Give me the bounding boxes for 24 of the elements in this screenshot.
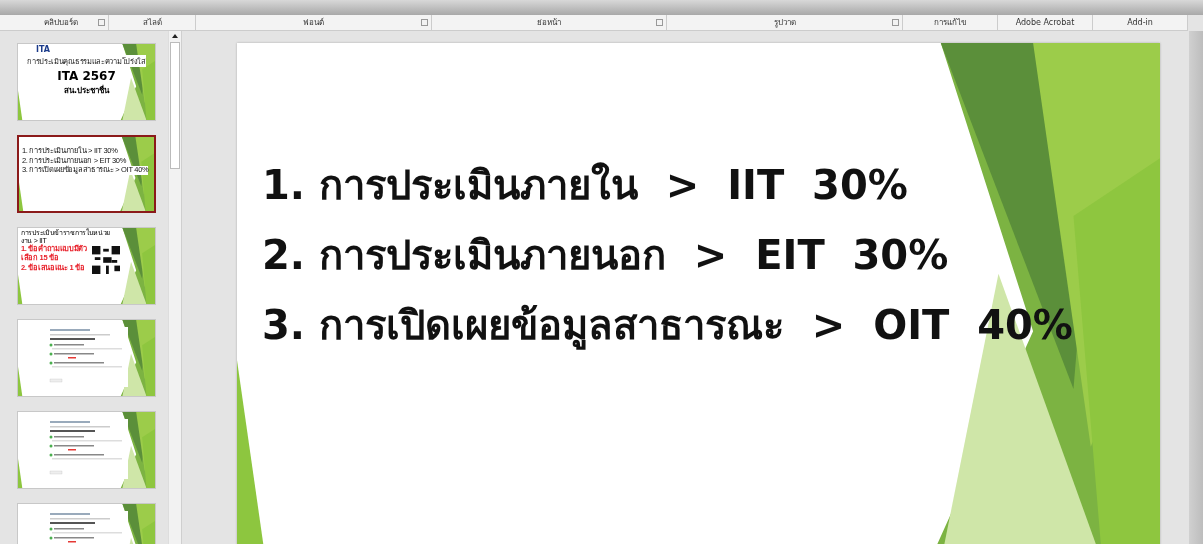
ribbon-group-label: คลิปบอร์ด — [44, 17, 78, 29]
ribbon-group-label: ย่อหน้า — [537, 17, 561, 29]
ribbon-group-label: การแก้ไข — [934, 17, 966, 29]
ribbon-group-label: ฟอนต์ — [302, 17, 324, 29]
logo-text: ITA — [36, 45, 50, 54]
dialog-launcher-icon[interactable] — [656, 19, 664, 26]
dialog-launcher-icon[interactable] — [420, 19, 428, 26]
scroll-thumb[interactable] — [170, 42, 180, 169]
ribbon-group-label: Add-in — [1127, 18, 1153, 27]
ribbon-group-label: สไลด์ — [142, 17, 162, 29]
slide-text-line: 2. การประเมินภายนอก > EIT 30% — [262, 233, 950, 277]
ribbon-group-label: Adobe Acrobat — [1015, 18, 1075, 27]
dialog-launcher-icon[interactable] — [98, 19, 105, 26]
qr-code-icon — [92, 245, 120, 276]
thumbnail-title: ITA 2567 — [57, 69, 116, 83]
dialog-launcher-icon[interactable] — [892, 19, 899, 26]
thumbnail-subtitle: สน.ประชาชื่น — [63, 84, 109, 97]
slide-thumbnail[interactable] — [17, 319, 156, 397]
ribbon-group-label: รูปวาด — [773, 17, 796, 29]
background-triangle — [142, 520, 155, 544]
slide-thumbnail[interactable] — [17, 411, 156, 489]
scroll-up-icon[interactable] — [172, 34, 178, 38]
vertical-scrollbar[interactable] — [168, 31, 181, 544]
slide-text-line: 1. การประเมินภายใน > IIT 30% — [262, 163, 909, 207]
